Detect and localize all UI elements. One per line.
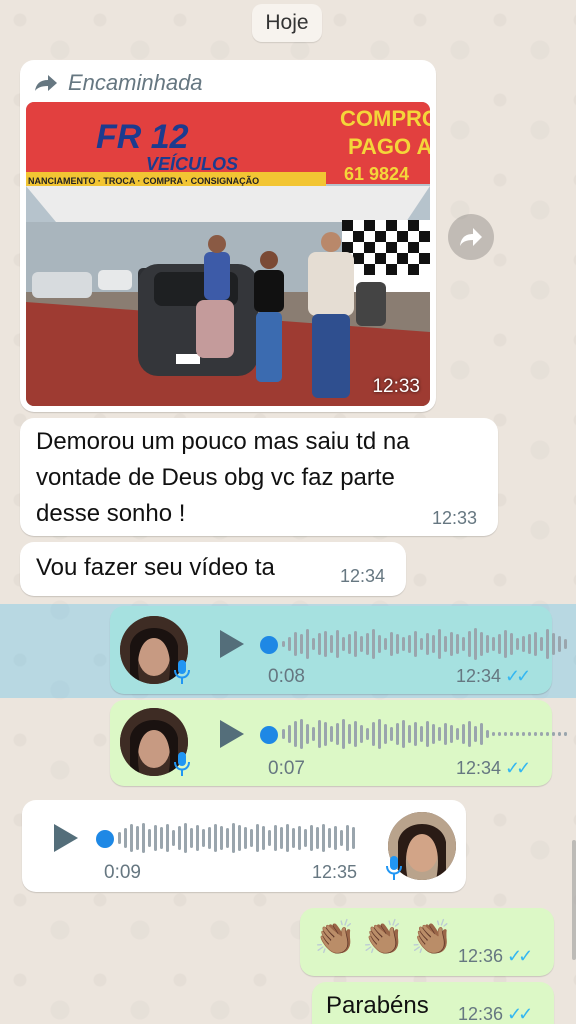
- play-icon[interactable]: [54, 824, 78, 852]
- outgoing-voice-message[interactable]: 0:07 12:34 ✓✓: [110, 700, 567, 786]
- message-timestamp: 12:34: [456, 666, 502, 686]
- svg-text:VEÍCULOS: VEÍCULOS: [146, 153, 238, 174]
- seek-slider[interactable]: [260, 726, 278, 744]
- voice-waveform[interactable]: [282, 624, 567, 664]
- message-line: vontade de Deus obg vc faz parte: [36, 464, 395, 491]
- svg-text:COMPRO: COMPRO: [340, 106, 430, 131]
- outgoing-text-message[interactable]: Parabéns 12:36 ✓✓: [312, 982, 554, 1024]
- forward-arrow-icon: [35, 75, 57, 91]
- forward-share-button[interactable]: [448, 214, 494, 260]
- clapping-hands-emoji: 👏🏽👏🏽👏🏽: [314, 919, 460, 957]
- date-chip: Hoje: [252, 4, 322, 42]
- incoming-text-message[interactable]: Demorou um pouco mas saiu td na vontade …: [20, 418, 498, 536]
- mic-icon: [174, 660, 190, 684]
- mic-icon: [386, 856, 402, 880]
- photo-timestamp: 12:33: [372, 376, 420, 397]
- voice-duration: 0:07: [268, 758, 305, 779]
- svg-text:PAGO A: PAGO A: [348, 134, 430, 159]
- forwarded-photo-message[interactable]: Encaminhada FR 12 VEÍCULOS NANCIAMENTO ·…: [20, 60, 436, 412]
- read-ticks-icon: ✓✓: [505, 758, 531, 778]
- seek-slider[interactable]: [96, 830, 114, 848]
- message-timestamp: 12:34: [340, 566, 386, 586]
- message-text: Parabéns: [326, 992, 429, 1019]
- read-ticks-icon: ✓✓: [507, 1004, 533, 1024]
- outgoing-emoji-message[interactable]: 👏🏽👏🏽👏🏽 12:36 ✓✓: [300, 908, 554, 976]
- message-line: desse sonho !: [36, 500, 186, 527]
- svg-text:61 9824: 61 9824: [344, 164, 409, 184]
- voice-waveform[interactable]: [118, 818, 355, 858]
- message-timestamp: 12:33: [432, 508, 478, 528]
- incoming-text-message[interactable]: Vou fazer seu vídeo ta 12:34: [20, 542, 406, 596]
- incoming-voice-message[interactable]: 0:09 12:35: [22, 800, 466, 892]
- voice-duration: 0:08: [268, 666, 305, 687]
- message-timestamp: 12:35: [312, 862, 358, 882]
- forwarded-label: Encaminhada: [68, 70, 203, 95]
- message-timestamp: 12:36: [458, 946, 504, 966]
- car-dealer-photo[interactable]: FR 12 VEÍCULOS NANCIAMENTO · TROCA · COM…: [26, 102, 430, 406]
- mic-icon: [174, 752, 190, 776]
- sign-brand-text: FR 12: [96, 118, 189, 156]
- message-text: Vou fazer seu vídeo ta: [36, 554, 275, 581]
- svg-text:NANCIAMENTO · TROCA · COMPRA ·: NANCIAMENTO · TROCA · COMPRA · CONSIGNAÇ…: [28, 176, 259, 186]
- play-icon[interactable]: [220, 630, 244, 658]
- play-icon[interactable]: [220, 720, 244, 748]
- forwarded-row: Encaminhada: [34, 70, 203, 96]
- voice-duration: 0:09: [104, 862, 141, 883]
- scrollbar[interactable]: [572, 840, 576, 960]
- message-timestamp: 12:34: [456, 758, 502, 778]
- message-timestamp: 12:36: [458, 1004, 504, 1024]
- read-ticks-icon: ✓✓: [507, 946, 533, 966]
- voice-waveform[interactable]: [282, 714, 567, 754]
- read-ticks-icon: ✓✓: [505, 666, 531, 686]
- message-line: Demorou um pouco mas saiu td na: [36, 428, 410, 455]
- seek-slider[interactable]: [260, 636, 278, 654]
- outgoing-voice-message[interactable]: 0:08 12:34 ✓✓: [110, 606, 567, 694]
- share-arrow-icon: [460, 228, 482, 246]
